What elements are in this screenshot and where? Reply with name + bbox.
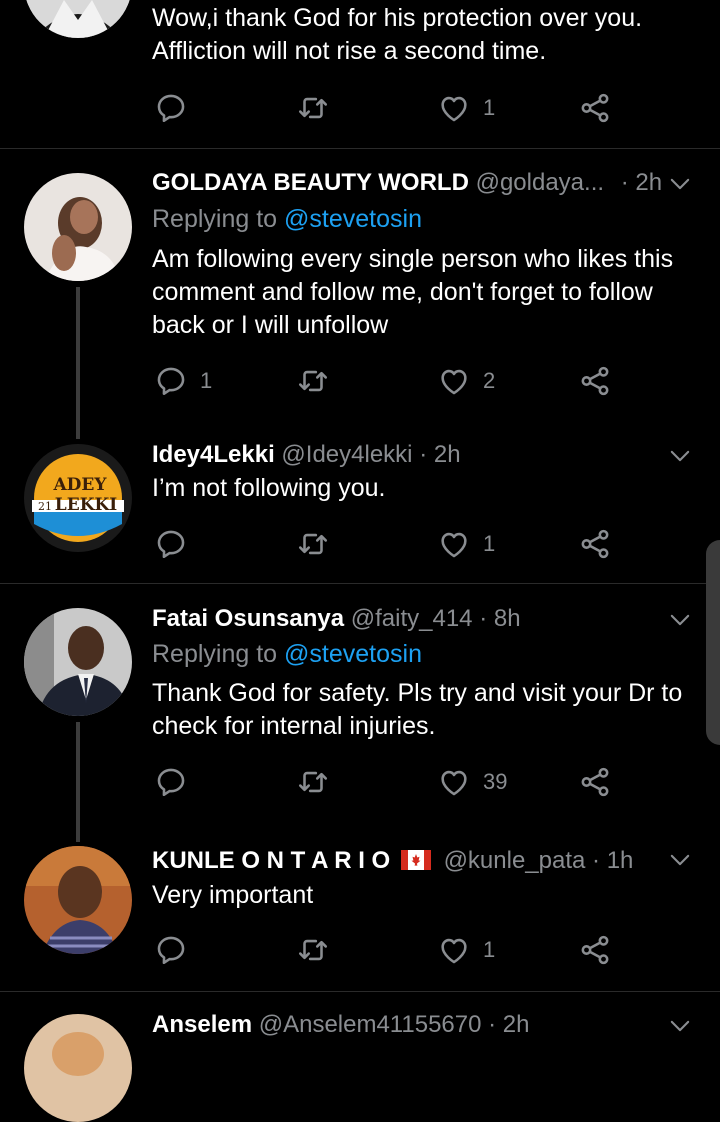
avatar[interactable]: ADEY 21 LEKKI [24,444,132,552]
timestamp: · 2h [419,441,461,468]
display-name[interactable]: KUNLE O N T A R I O [152,847,390,874]
retweet-button[interactable] [296,930,330,970]
thread-line [76,287,80,439]
reply-count: 1 [200,368,213,393]
mention-link[interactable]: @stevetosin [284,640,422,668]
logo-text-adey: ADEY [52,475,107,495]
reply-button[interactable] [154,930,188,970]
heart-icon [437,527,471,561]
logo-text-21: 21 [38,500,52,513]
handle[interactable]: @Idey4lekki [281,441,412,468]
heart-icon [437,91,471,125]
tweet-header: Fatai Osunsanya @faity_414 · 8h [152,604,521,634]
timestamp: · 1h [592,847,634,874]
retweet-icon [296,765,330,799]
reply-icon [154,364,188,398]
edge-panel-handle[interactable] [706,540,720,745]
replying-to: Replying to @stevetosin [152,205,422,233]
handle[interactable]: @faity_414 [351,605,473,632]
retweet-button[interactable] [296,361,330,401]
avatar[interactable] [24,0,132,38]
tweet-header: GOLDAYA BEAUTY WORLD @goldaya... · 2h [152,168,662,198]
replying-to: Replying to @stevetosin [152,640,422,668]
retweet-icon [296,91,330,125]
reply-button[interactable] [154,88,188,128]
display-name[interactable]: GOLDAYA BEAUTY WORLD [152,169,469,196]
display-name[interactable]: Idey4Lekki [152,441,275,468]
timestamp: · 2h [488,1011,530,1038]
tweet-text: Very important [152,881,314,909]
heart-icon [437,364,471,398]
retweet-button[interactable] [296,88,330,128]
share-button[interactable] [578,88,612,128]
share-icon [578,364,612,398]
divider [0,991,720,992]
share-icon [578,527,612,561]
like-count: 1 [483,937,496,962]
tweet-text: Am following every single person who lik… [152,245,674,339]
share-button[interactable] [578,930,612,970]
heart-icon [437,765,471,799]
avatar[interactable] [24,1014,132,1122]
like-button[interactable]: 39 [437,762,507,802]
like-count: 1 [483,95,496,120]
avatar[interactable] [24,846,132,954]
share-button[interactable] [578,361,612,401]
display-name[interactable]: Anselem [152,1011,252,1038]
retweet-icon [296,933,330,967]
timestamp: · 2h [620,169,663,196]
chevron-down-icon[interactable] [666,1012,694,1040]
like-button[interactable]: 1 [437,88,495,128]
retweet-button[interactable] [296,762,330,802]
tweet-header: KUNLE O N T A R I O @kunle_pata · 1h [152,846,633,876]
timestamp: · 8h [479,605,521,632]
reply-button[interactable]: 1 [154,361,212,401]
reply-icon [154,91,188,125]
reply-button[interactable] [154,762,188,802]
thread-line [76,722,80,842]
reply-icon [154,527,188,561]
chevron-down-icon[interactable] [666,606,694,634]
like-button[interactable]: 1 [437,524,495,564]
chevron-down-icon[interactable] [666,846,694,874]
reply-icon [154,933,188,967]
like-button[interactable]: 2 [437,361,495,401]
handle[interactable]: @kunle_pata [444,847,586,874]
chevron-down-icon[interactable] [666,442,694,470]
retweet-icon [296,364,330,398]
like-count: 2 [483,368,496,393]
share-button[interactable] [578,524,612,564]
like-count: 1 [483,531,496,556]
tweet-header: Anselem @Anselem41155670 · 2h [152,1010,530,1040]
tweet-text: Thank God for safety. Pls try and visit … [152,679,683,740]
tweet-text: I’m not following you. [152,474,386,502]
share-button[interactable] [578,762,612,802]
display-name[interactable]: Fatai Osunsanya [152,605,344,632]
reply-icon [154,765,188,799]
share-icon [578,933,612,967]
handle[interactable]: @Anselem41155670 [259,1011,482,1038]
retweet-icon [296,527,330,561]
avatar[interactable] [24,608,132,716]
divider [0,148,720,149]
avatar[interactable] [24,173,132,281]
share-icon [578,91,612,125]
chevron-down-icon[interactable] [666,170,694,198]
divider [0,583,720,584]
logo-text-lekki: LEKKI [55,495,117,515]
reply-button[interactable] [154,524,188,564]
like-count: 39 [483,769,508,794]
share-icon [578,765,612,799]
retweet-button[interactable] [296,524,330,564]
tweet-header: Idey4Lekki @Idey4lekki · 2h [152,440,461,470]
handle[interactable]: @goldaya... [476,169,604,196]
canada-flag-icon [400,850,431,870]
tweet-text: Wow,i thank God for his protection over … [152,4,643,65]
heart-icon [437,933,471,967]
mention-link[interactable]: @stevetosin [284,205,422,233]
like-button[interactable]: 1 [437,930,495,970]
